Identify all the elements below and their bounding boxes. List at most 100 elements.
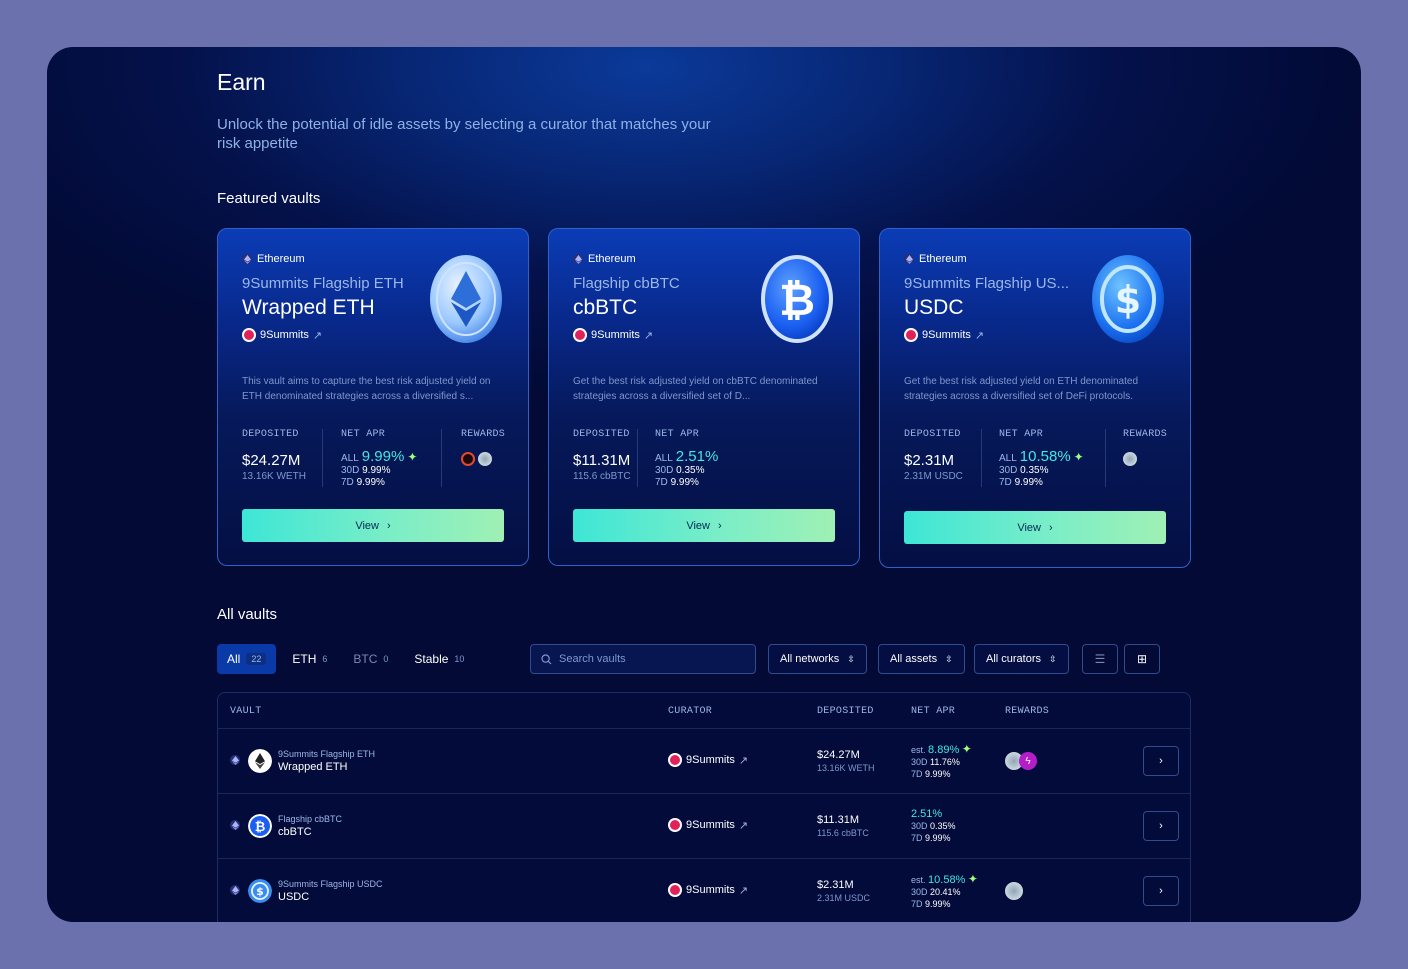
table-row[interactable]: ₿ Flagship cbBTC cbBTC 9Summits ↗ $11.31M… — [218, 793, 1190, 858]
ethereum-icon — [230, 755, 240, 765]
vault-name: 9Summits Flagship ETH — [242, 275, 404, 292]
search-icon — [541, 653, 552, 664]
open-vault-button[interactable]: › — [1143, 746, 1179, 776]
vault-name: 9Summits Flagship USDC — [278, 879, 383, 889]
vault-stats: DEPOSITED $11.31M 115.6 cbBTC NET APR AL… — [573, 429, 835, 489]
deposited-value: $11.31M — [573, 452, 631, 469]
view-button[interactable]: View › — [573, 509, 835, 542]
vault-asset: Wrapped ETH — [242, 296, 375, 319]
sparkle-icon: ✦ — [961, 742, 972, 756]
ethereum-icon — [230, 820, 240, 830]
svg-text:$: $ — [256, 885, 264, 898]
rewards-label: REWARDS — [461, 429, 506, 440]
apr-all: ALL 10.58% ✦ — [999, 448, 1084, 465]
vault-asset: cbBTC — [278, 826, 312, 838]
curator-filter[interactable]: All curators ⇳ — [974, 644, 1069, 674]
chevron-right-icon: › — [717, 519, 722, 532]
page-title: Earn — [217, 69, 266, 95]
list-icon: ☰ — [1094, 652, 1106, 666]
svg-text:₿: ₿ — [779, 275, 815, 326]
list-view-button[interactable]: ☰ — [1082, 644, 1118, 674]
earn-page: Earn Unlock the potential of idle assets… — [47, 47, 1361, 922]
vault-stats: DEPOSITED $2.31M 2.31M USDC NET APR ALL 1… — [904, 429, 1168, 489]
featured-vaults-heading: Featured vaults — [217, 190, 321, 207]
vault-stats: DEPOSITED $24.27M 13.16K WETH NET APR AL… — [242, 429, 506, 489]
grid-view-button[interactable]: ⊞ — [1124, 644, 1160, 674]
curator-logo-icon — [904, 328, 918, 342]
curator-logo-icon — [668, 753, 682, 767]
apr-30d: 30D 0.35% — [655, 465, 705, 476]
net-apr-header: NET APR — [911, 706, 956, 717]
usdc-coin-icon: $ — [1092, 255, 1164, 343]
divider — [981, 429, 982, 487]
reward-token-icon — [478, 452, 492, 466]
view-button[interactable]: View › — [242, 509, 504, 542]
curator-link[interactable]: 9Summits ↗ — [668, 818, 748, 832]
search-input[interactable]: Search vaults — [530, 644, 756, 674]
vault-description: This vault aims to capture the best risk… — [242, 376, 491, 402]
curator-link[interactable]: 9Summits ↗ — [242, 328, 322, 342]
rewards-cell: ϟ — [1005, 752, 1037, 770]
apr-cell: 2.51% 30D 0.35% 7D 9.99% — [911, 808, 956, 843]
vault-asset: USDC — [278, 891, 310, 903]
chevron-right-icon: › — [1159, 885, 1163, 897]
apr-30d: 30D 0.35% — [999, 465, 1049, 476]
divider — [1105, 429, 1106, 487]
rewards-list — [1123, 452, 1167, 466]
apr-all: ALL 9.99% ✦ — [341, 448, 418, 465]
external-link-icon: ↗ — [738, 884, 749, 897]
vault-name: 9Summits Flagship ETH — [278, 749, 376, 759]
view-button[interactable]: View › — [904, 511, 1166, 544]
external-link-icon: ↗ — [974, 329, 985, 342]
curator-logo-icon — [668, 883, 682, 897]
featured-vault-card: Ethereum 9Summits Flagship US... USDC 9S… — [879, 228, 1191, 568]
chevron-right-icon: › — [386, 519, 391, 532]
vault-description: Get the best risk adjusted yield on ETH … — [904, 376, 1139, 402]
sparkle-icon: ✦ — [967, 872, 978, 886]
deposited-label: DEPOSITED — [242, 429, 299, 440]
grid-icon: ⊞ — [1136, 652, 1148, 666]
deposited-header: DEPOSITED — [817, 706, 874, 717]
vault-asset: USDC — [904, 296, 964, 319]
vault-name: Flagship cbBTC — [573, 275, 680, 292]
deposited-sub: 13.16K WETH — [242, 471, 306, 482]
network-filter[interactable]: All networks ⇳ — [768, 644, 867, 674]
tab-btc[interactable]: BTC 0 — [343, 644, 398, 674]
network-label: Ethereum — [573, 253, 636, 265]
external-link-icon: ↗ — [738, 754, 749, 767]
external-link-icon: ↗ — [312, 329, 323, 342]
net-apr-label: NET APR — [341, 429, 386, 440]
vault-asset: Wrapped ETH — [278, 761, 348, 773]
external-link-icon: ↗ — [643, 329, 654, 342]
curator-link[interactable]: 9Summits ↗ — [904, 328, 984, 342]
deposited-value: $2.31M — [904, 452, 955, 469]
network-label: Ethereum — [242, 253, 305, 265]
deposited-cell: $24.27M 13.16K WETH — [817, 749, 875, 773]
asset-filter[interactable]: All assets ⇳ — [878, 644, 965, 674]
curator-link[interactable]: 9Summits ↗ — [668, 883, 748, 897]
apr-7d: 7D 9.99% — [999, 477, 1043, 488]
apr-cell: est. 8.89% ✦ 30D 11.76% 7D 9.99% — [911, 742, 972, 779]
tab-eth[interactable]: ETH 6 — [282, 644, 337, 674]
open-vault-button[interactable]: › — [1143, 876, 1179, 906]
table-row[interactable]: 9Summits Flagship ETH Wrapped ETH 9Summi… — [218, 728, 1190, 793]
curator-link[interactable]: 9Summits ↗ — [573, 328, 653, 342]
btc-coin-icon: ₿ — [761, 255, 833, 343]
curator-link[interactable]: 9Summits ↗ — [668, 753, 748, 767]
network-label: Ethereum — [904, 253, 967, 265]
table-row[interactable]: $ 9Summits Flagship USDC USDC 9Summits ↗ … — [218, 858, 1190, 922]
reward-token-icon — [1005, 882, 1023, 900]
tab-all[interactable]: All 22 — [217, 644, 277, 674]
eth-coin-icon — [248, 749, 272, 773]
featured-vault-card: Ethereum Flagship cbBTC cbBTC 9Summits ↗… — [548, 228, 860, 566]
chevron-updown-icon: ⇳ — [847, 653, 855, 664]
eth-coin-icon — [430, 255, 502, 343]
divider — [637, 429, 638, 487]
vault-header: VAULT — [230, 706, 262, 717]
open-vault-button[interactable]: › — [1143, 811, 1179, 841]
reward-token-icon — [461, 452, 475, 466]
btc-coin-icon: ₿ — [248, 814, 272, 838]
lightning-token-icon: ϟ — [1019, 752, 1037, 770]
rewards-label: REWARDS — [1123, 429, 1168, 440]
tab-stable[interactable]: Stable 10 — [404, 644, 474, 674]
